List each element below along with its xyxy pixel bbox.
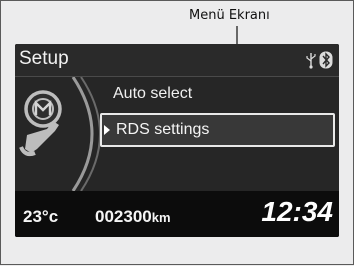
menu-item-auto-select[interactable]: Auto select bbox=[113, 85, 192, 103]
selection-arrow-icon bbox=[104, 125, 110, 135]
menu-item-rds-settings[interactable]: RDS settings bbox=[100, 113, 335, 147]
bluetooth-icon bbox=[319, 51, 333, 69]
menu-item-label: RDS settings bbox=[116, 121, 210, 138]
temperature-readout: 23°c bbox=[23, 207, 59, 226]
callout-label: Menü Ekranı bbox=[189, 8, 270, 23]
screen-title: Setup bbox=[19, 48, 69, 69]
display-screen: Setup Auto select RDS settings 23°c 0023… bbox=[15, 44, 339, 237]
odometer-readout: 002300km bbox=[95, 207, 171, 227]
odometer-unit: km bbox=[151, 210, 171, 225]
figure-frame: Menü Ekranı Setup Auto select RDS settin… bbox=[0, 0, 354, 265]
screen-header: Setup bbox=[15, 44, 339, 77]
clock: 12:34 bbox=[261, 196, 333, 227]
odometer-value: 002300 bbox=[95, 207, 152, 226]
usb-icon bbox=[305, 51, 317, 69]
menu-panel: Auto select RDS settings bbox=[15, 77, 339, 191]
status-bar: 23°c 002300km 12:34 bbox=[15, 191, 339, 237]
setup-emblem-icon bbox=[15, 77, 105, 191]
status-icons bbox=[305, 51, 335, 69]
